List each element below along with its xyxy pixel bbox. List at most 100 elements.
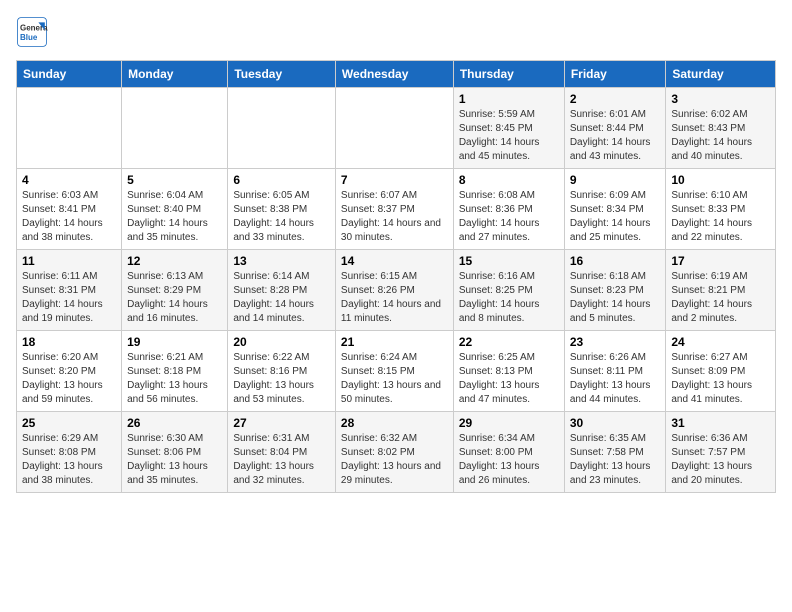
day-number: 29: [459, 416, 559, 430]
day-cell: 18Sunrise: 6:20 AMSunset: 8:20 PMDayligh…: [17, 331, 122, 412]
day-number: 13: [233, 254, 330, 268]
day-number: 25: [22, 416, 116, 430]
day-number: 15: [459, 254, 559, 268]
day-cell: 20 Sunrise: 6:22 AMSunset: 8:16 PMDayligh…: [228, 331, 336, 412]
day-info: Sunrise: 6:20 AMSunset: 8:20 PMDaylight:…: [22, 351, 116, 407]
day-info: Sunrise: 6:01 AMSunset: 8:44 PMDaylight:…: [570, 108, 661, 164]
day-cell: 6 Sunrise: 6:05 AMSunset: 8:38 PMDaylight…: [228, 169, 336, 250]
weekday-header-wednesday: Wednesday: [335, 61, 453, 88]
day-cell: 22Sunrise: 6:25 AMSunset: 8:13 PMDayligh…: [453, 331, 564, 412]
day-info: Sunrise: 6:16 AMSunset: 8:25 PMDaylight:…: [459, 270, 559, 326]
weekday-header-saturday: Saturday: [666, 61, 776, 88]
day-number: 21: [341, 335, 448, 349]
day-number: 5: [127, 173, 222, 187]
logo-icon: General Blue: [16, 16, 48, 48]
day-cell: [228, 88, 336, 169]
day-cell: 23Sunrise: 6:26 AMSunset: 8:11 PMDayligh…: [564, 331, 666, 412]
day-info: Sunrise: 6:32 AMSunset: 8:02 PMDaylight:…: [341, 432, 448, 488]
day-cell: [17, 88, 122, 169]
day-info: Sunrise: 6:08 AMSunset: 8:36 PMDaylight:…: [459, 189, 559, 245]
day-cell: 15 Sunrise: 6:16 AMSunset: 8:25 PMDayligh…: [453, 250, 564, 331]
day-number: 6: [233, 173, 330, 187]
day-number: 20: [233, 335, 330, 349]
day-cell: 21 Sunrise: 6:24 AMSunset: 8:15 PMDayligh…: [335, 331, 453, 412]
week-row-2: 11 Sunrise: 6:11 AMSunset: 8:31 PMDayligh…: [17, 250, 776, 331]
week-row-1: 4 Sunrise: 6:03 AMSunset: 8:41 PMDaylight…: [17, 169, 776, 250]
page-header: General Blue: [16, 16, 776, 48]
day-cell: 19Sunrise: 6:21 AMSunset: 8:18 PMDayligh…: [122, 331, 228, 412]
day-info: Sunrise: 6:27 AMSunset: 8:09 PMDaylight:…: [671, 351, 770, 407]
day-info: Sunrise: 6:14 AMSunset: 8:28 PMDaylight:…: [233, 270, 330, 326]
day-number: 31: [671, 416, 770, 430]
day-cell: 1Sunrise: 5:59 AMSunset: 8:45 PMDaylight…: [453, 88, 564, 169]
day-cell: 3 Sunrise: 6:02 AMSunset: 8:43 PMDaylight…: [666, 88, 776, 169]
day-cell: 17 Sunrise: 6:19 AMSunset: 8:21 PMDayligh…: [666, 250, 776, 331]
week-row-0: 1Sunrise: 5:59 AMSunset: 8:45 PMDaylight…: [17, 88, 776, 169]
day-number: 23: [570, 335, 661, 349]
day-info: Sunrise: 5:59 AMSunset: 8:45 PMDaylight:…: [459, 108, 559, 164]
day-info: Sunrise: 6:15 AMSunset: 8:26 PMDaylight:…: [341, 270, 448, 326]
day-number: 17: [671, 254, 770, 268]
day-number: 4: [22, 173, 116, 187]
day-number: 24: [671, 335, 770, 349]
day-cell: 5 Sunrise: 6:04 AMSunset: 8:40 PMDaylight…: [122, 169, 228, 250]
day-cell: 16 Sunrise: 6:18 AMSunset: 8:23 PMDayligh…: [564, 250, 666, 331]
day-number: 26: [127, 416, 222, 430]
day-info: Sunrise: 6:22 AMSunset: 8:16 PMDaylight:…: [233, 351, 330, 407]
day-cell: [335, 88, 453, 169]
week-row-3: 18Sunrise: 6:20 AMSunset: 8:20 PMDayligh…: [17, 331, 776, 412]
day-cell: 12 Sunrise: 6:13 AMSunset: 8:29 PMDayligh…: [122, 250, 228, 331]
day-number: 22: [459, 335, 559, 349]
day-number: 11: [22, 254, 116, 268]
day-number: 27: [233, 416, 330, 430]
day-cell: 10Sunrise: 6:10 AMSunset: 8:33 PMDayligh…: [666, 169, 776, 250]
day-cell: 24 Sunrise: 6:27 AMSunset: 8:09 PMDayligh…: [666, 331, 776, 412]
day-info: Sunrise: 6:35 AMSunset: 7:58 PMDaylight:…: [570, 432, 661, 488]
day-info: Sunrise: 6:24 AMSunset: 8:15 PMDaylight:…: [341, 351, 448, 407]
day-cell: 14 Sunrise: 6:15 AMSunset: 8:26 PMDayligh…: [335, 250, 453, 331]
day-cell: 2 Sunrise: 6:01 AMSunset: 8:44 PMDaylight…: [564, 88, 666, 169]
day-info: Sunrise: 6:11 AMSunset: 8:31 PMDaylight:…: [22, 270, 116, 326]
weekday-header-friday: Friday: [564, 61, 666, 88]
day-number: 9: [570, 173, 661, 187]
day-info: Sunrise: 6:04 AMSunset: 8:40 PMDaylight:…: [127, 189, 222, 245]
weekday-header-row: SundayMondayTuesdayWednesdayThursdayFrid…: [17, 61, 776, 88]
day-cell: 26 Sunrise: 6:30 AMSunset: 8:06 PMDayligh…: [122, 412, 228, 493]
logo: General Blue: [16, 16, 48, 48]
day-number: 16: [570, 254, 661, 268]
day-info: Sunrise: 6:29 AMSunset: 8:08 PMDaylight:…: [22, 432, 116, 488]
weekday-header-monday: Monday: [122, 61, 228, 88]
day-number: 12: [127, 254, 222, 268]
day-info: Sunrise: 6:34 AMSunset: 8:00 PMDaylight:…: [459, 432, 559, 488]
day-info: Sunrise: 6:03 AMSunset: 8:41 PMDaylight:…: [22, 189, 116, 245]
svg-text:Blue: Blue: [20, 33, 38, 42]
day-number: 19: [127, 335, 222, 349]
day-info: Sunrise: 6:07 AMSunset: 8:37 PMDaylight:…: [341, 189, 448, 245]
weekday-header-sunday: Sunday: [17, 61, 122, 88]
day-info: Sunrise: 6:31 AMSunset: 8:04 PMDaylight:…: [233, 432, 330, 488]
day-info: Sunrise: 6:05 AMSunset: 8:38 PMDaylight:…: [233, 189, 330, 245]
day-cell: 30 Sunrise: 6:35 AMSunset: 7:58 PMDayligh…: [564, 412, 666, 493]
weekday-header-thursday: Thursday: [453, 61, 564, 88]
day-cell: 28 Sunrise: 6:32 AMSunset: 8:02 PMDayligh…: [335, 412, 453, 493]
day-cell: 29 Sunrise: 6:34 AMSunset: 8:00 PMDayligh…: [453, 412, 564, 493]
day-number: 28: [341, 416, 448, 430]
day-info: Sunrise: 6:02 AMSunset: 8:43 PMDaylight:…: [671, 108, 770, 164]
day-info: Sunrise: 6:10 AMSunset: 8:33 PMDaylight:…: [671, 189, 770, 245]
day-cell: 8 Sunrise: 6:08 AMSunset: 8:36 PMDaylight…: [453, 169, 564, 250]
day-cell: 4 Sunrise: 6:03 AMSunset: 8:41 PMDaylight…: [17, 169, 122, 250]
day-cell: 7Sunrise: 6:07 AMSunset: 8:37 PMDaylight…: [335, 169, 453, 250]
day-number: 3: [671, 92, 770, 106]
day-number: 30: [570, 416, 661, 430]
day-number: 14: [341, 254, 448, 268]
day-info: Sunrise: 6:18 AMSunset: 8:23 PMDaylight:…: [570, 270, 661, 326]
day-number: 8: [459, 173, 559, 187]
day-cell: 31Sunrise: 6:36 AMSunset: 7:57 PMDayligh…: [666, 412, 776, 493]
day-info: Sunrise: 6:09 AMSunset: 8:34 PMDaylight:…: [570, 189, 661, 245]
week-row-4: 25 Sunrise: 6:29 AMSunset: 8:08 PMDayligh…: [17, 412, 776, 493]
day-cell: 13 Sunrise: 6:14 AMSunset: 8:28 PMDayligh…: [228, 250, 336, 331]
day-number: 2: [570, 92, 661, 106]
day-info: Sunrise: 6:13 AMSunset: 8:29 PMDaylight:…: [127, 270, 222, 326]
day-info: Sunrise: 6:19 AMSunset: 8:21 PMDaylight:…: [671, 270, 770, 326]
day-info: Sunrise: 6:30 AMSunset: 8:06 PMDaylight:…: [127, 432, 222, 488]
